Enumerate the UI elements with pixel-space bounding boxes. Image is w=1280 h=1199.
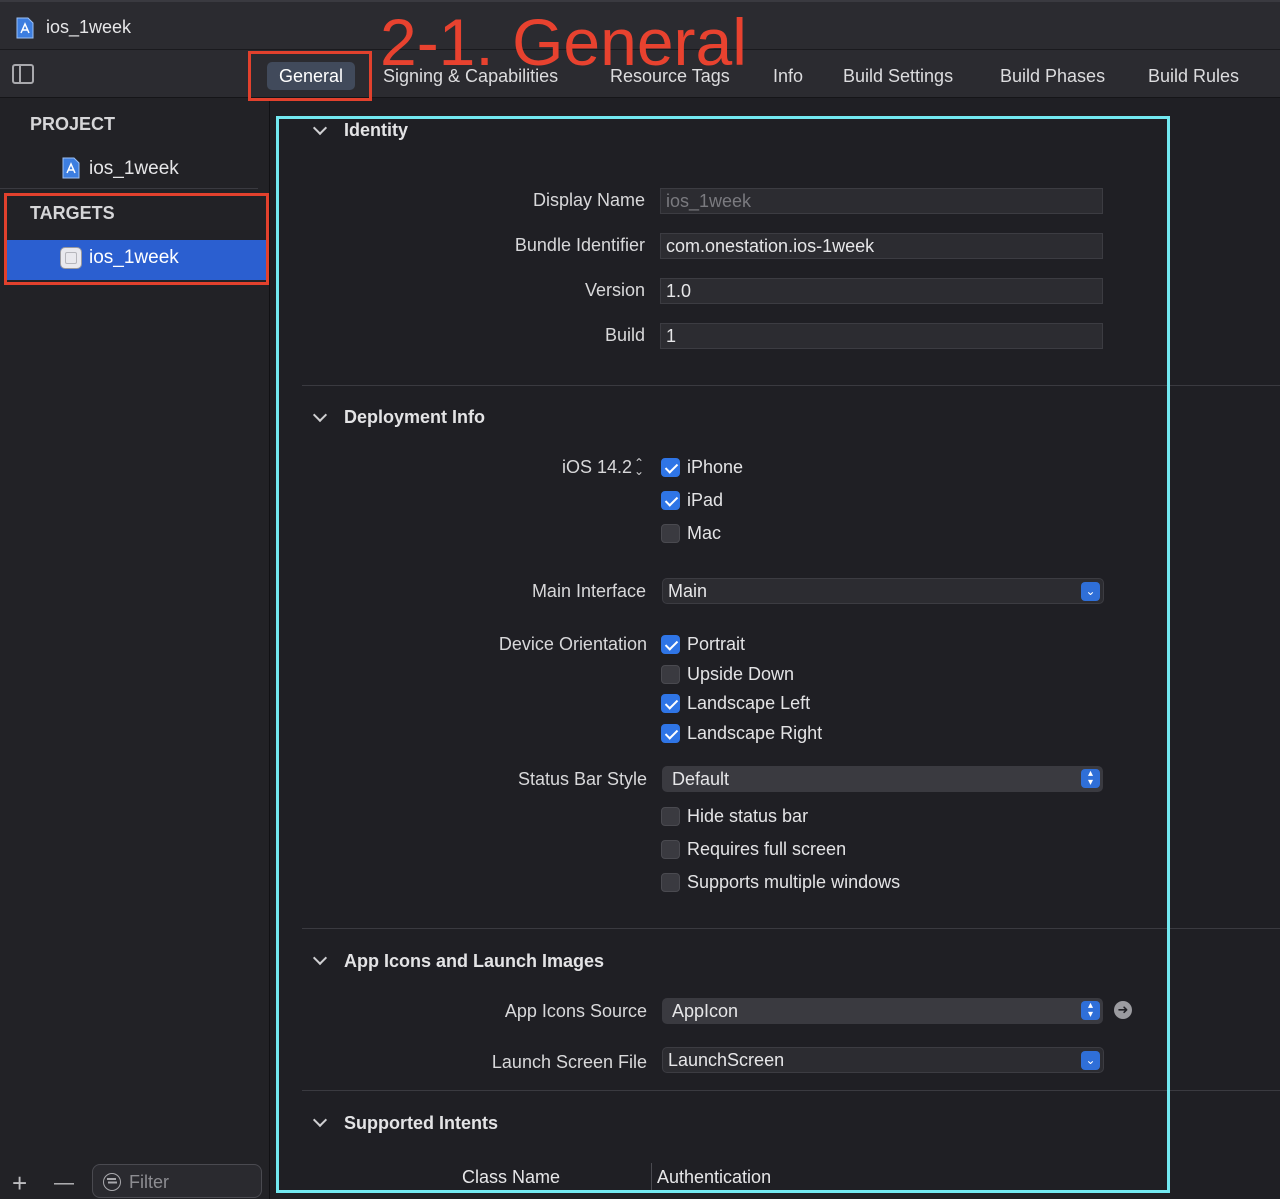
- window-title: ios_1week: [46, 17, 132, 37]
- sidebar-divider: [0, 188, 258, 189]
- tab-build-settings[interactable]: Build Settings: [843, 62, 953, 90]
- sidebar-toggle-icon[interactable]: [12, 64, 34, 84]
- tab-build-rules[interactable]: Build Rules: [1148, 62, 1239, 90]
- annotation-box-targets: [4, 193, 269, 285]
- annotation-label: 2-1. General: [380, 5, 747, 79]
- filter-icon: [103, 1173, 121, 1191]
- xcode-project-file-icon: [16, 17, 34, 39]
- annotation-box-general-tab: [248, 51, 372, 101]
- tab-build-phases[interactable]: Build Phases: [1000, 62, 1105, 90]
- filter-placeholder: Filter: [129, 1172, 169, 1192]
- filter-field[interactable]: Filter: [92, 1164, 262, 1198]
- project-section-header: PROJECT: [30, 114, 116, 134]
- sidebar-item-project[interactable]: ios_1week: [89, 158, 179, 180]
- add-button[interactable]: +: [12, 1170, 27, 1196]
- annotation-box-general-pane: [276, 116, 1170, 1193]
- project-file-icon: [62, 157, 80, 179]
- remove-button[interactable]: —: [54, 1170, 74, 1196]
- tab-info[interactable]: Info: [773, 62, 803, 90]
